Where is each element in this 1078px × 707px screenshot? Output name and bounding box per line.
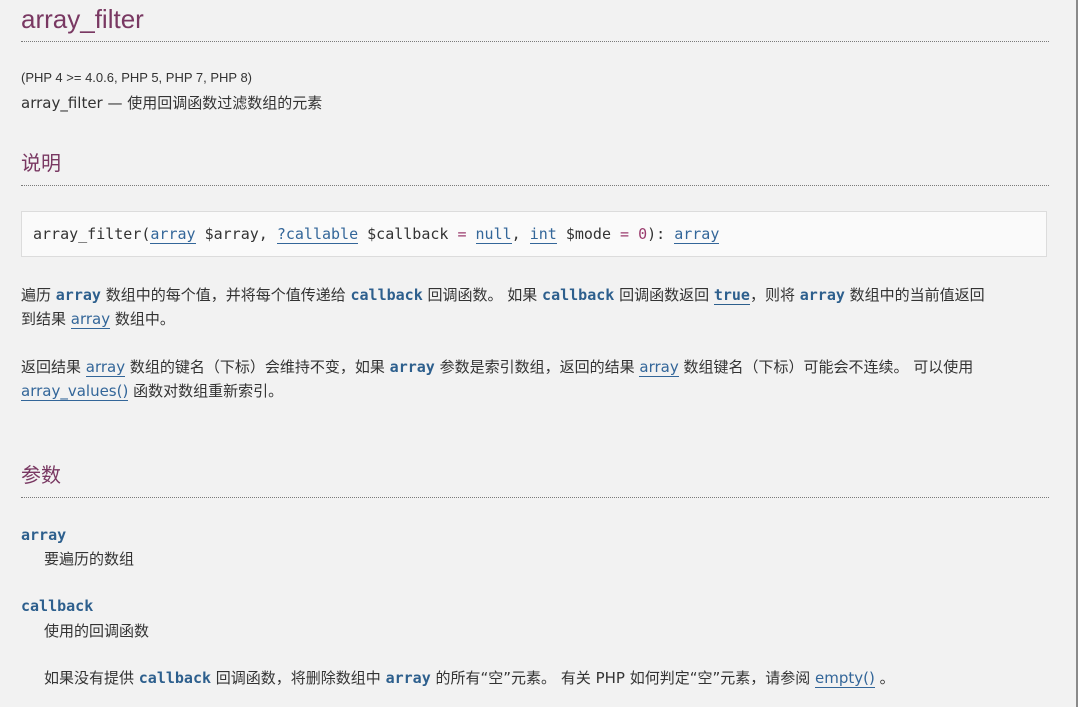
synopsis-param-callback: $callback bbox=[358, 225, 449, 243]
synopsis-function-name: array_filter bbox=[33, 225, 142, 243]
version-info: (PHP 4 >= 4.0.6, PHP 5, PHP 7, PHP 8) bbox=[21, 70, 252, 85]
section-title-description: 说明 bbox=[21, 151, 61, 175]
description-divider bbox=[21, 185, 1049, 186]
description-paragraph-2: 返回结果 array 数组的键名（下标）会维持不变，如果 array 参数是索引… bbox=[21, 355, 1049, 403]
code-array: array bbox=[55, 286, 101, 304]
param-desc-array: 要遍历的数组 bbox=[44, 550, 135, 568]
text-fragment: 到结果 bbox=[21, 310, 71, 328]
param-note-callback: 如果没有提供 callback 回调函数，将删除数组中 array 的所有“空”… bbox=[44, 667, 895, 689]
text-fragment: 回调函数，将删除数组中 bbox=[211, 669, 386, 687]
synopsis-default-null-link[interactable]: null bbox=[475, 225, 512, 244]
text-fragment: 遍历 bbox=[21, 286, 56, 304]
synopsis-comma-1: , bbox=[258, 225, 277, 243]
array-type-link[interactable]: array bbox=[639, 358, 679, 377]
text-fragment: 回调函数返回 bbox=[614, 286, 714, 304]
param-name-callback: callback bbox=[21, 597, 94, 615]
code-array: array bbox=[799, 286, 845, 304]
title-divider bbox=[21, 41, 1049, 42]
text-fragment: 数组键名（下标）可能会不连续。 可以使用 bbox=[678, 358, 974, 376]
text-fragment: 数组的键名（下标）会维持不变，如果 bbox=[125, 358, 390, 376]
method-synopsis: array_filter(array $array, ?callable $ca… bbox=[21, 211, 1047, 257]
text-fragment: 数组中的当前值返回 bbox=[844, 286, 985, 304]
paragraph-line: 遍历 array 数组中的每个值，并将每个值传递给 callback 回调函数。… bbox=[21, 283, 1049, 307]
paragraph-line: 到结果 array 数组中。 bbox=[21, 307, 1049, 331]
text-fragment: 的所有“空”元素。 有关 PHP 如何判定“空”元素，请参阅 bbox=[430, 669, 816, 687]
param-name-array: array bbox=[21, 526, 67, 544]
function-purpose: array_filter — 使用回调函数过滤数组的元素 bbox=[21, 94, 323, 112]
synopsis-param-array: $array bbox=[195, 225, 259, 243]
text-fragment: 如果没有提供 bbox=[44, 669, 139, 687]
page-title: array_filter bbox=[21, 4, 144, 34]
synopsis-param-mode: $mode bbox=[556, 225, 611, 243]
text-fragment: 返回结果 bbox=[21, 358, 86, 376]
array-type-link[interactable]: array bbox=[85, 358, 126, 377]
synopsis-default-zero: 0 bbox=[638, 225, 648, 243]
synopsis-comma-2: , bbox=[511, 225, 530, 243]
synopsis-line: array_filter(array $array, ?callable $ca… bbox=[33, 224, 720, 244]
constant-true-link[interactable]: true bbox=[713, 286, 750, 305]
text-fragment: 函数对数组重新索引。 bbox=[128, 382, 284, 400]
text-fragment: 回调函数。 如果 bbox=[422, 286, 543, 304]
description-paragraph-1: 遍历 array 数组中的每个值，并将每个值传递给 callback 回调函数。… bbox=[21, 283, 1049, 331]
empty-function-link[interactable]: empty() bbox=[815, 669, 875, 688]
parameters-divider bbox=[21, 497, 1049, 498]
synopsis-type-int-link[interactable]: int bbox=[529, 225, 557, 244]
code-array: array bbox=[385, 669, 431, 687]
code-array: array bbox=[389, 358, 435, 376]
synopsis-type-callable-link[interactable]: ?callable bbox=[276, 225, 359, 244]
param-desc-callback: 使用的回调函数 bbox=[44, 622, 150, 640]
synopsis-return-type-link[interactable]: array bbox=[674, 225, 720, 244]
text-fragment: 数组中。 bbox=[110, 310, 175, 328]
paragraph-line: array_values() 函数对数组重新索引。 bbox=[21, 379, 1049, 403]
array-values-link[interactable]: array_values() bbox=[21, 382, 129, 401]
text-fragment: 数组中的每个值，并将每个值传递给 bbox=[100, 286, 351, 304]
paragraph-line: 返回结果 array 数组的键名（下标）会维持不变，如果 array 参数是索引… bbox=[21, 355, 1049, 379]
text-fragment: ，则将 bbox=[749, 286, 800, 304]
code-callback: callback bbox=[542, 286, 615, 304]
code-callback: callback bbox=[138, 669, 212, 687]
synopsis-equals-1: = bbox=[448, 225, 476, 243]
section-title-parameters: 参数 bbox=[21, 463, 61, 487]
synopsis-type-array-link[interactable]: array bbox=[150, 225, 196, 244]
text-fragment: 参数是索引数组，返回的结果 bbox=[434, 358, 640, 376]
array-type-link[interactable]: array bbox=[70, 310, 111, 329]
synopsis-equals-2: = bbox=[611, 225, 639, 243]
code-callback: callback bbox=[350, 286, 423, 304]
text-fragment: 。 bbox=[874, 669, 895, 687]
synopsis-close: ): bbox=[647, 225, 675, 243]
